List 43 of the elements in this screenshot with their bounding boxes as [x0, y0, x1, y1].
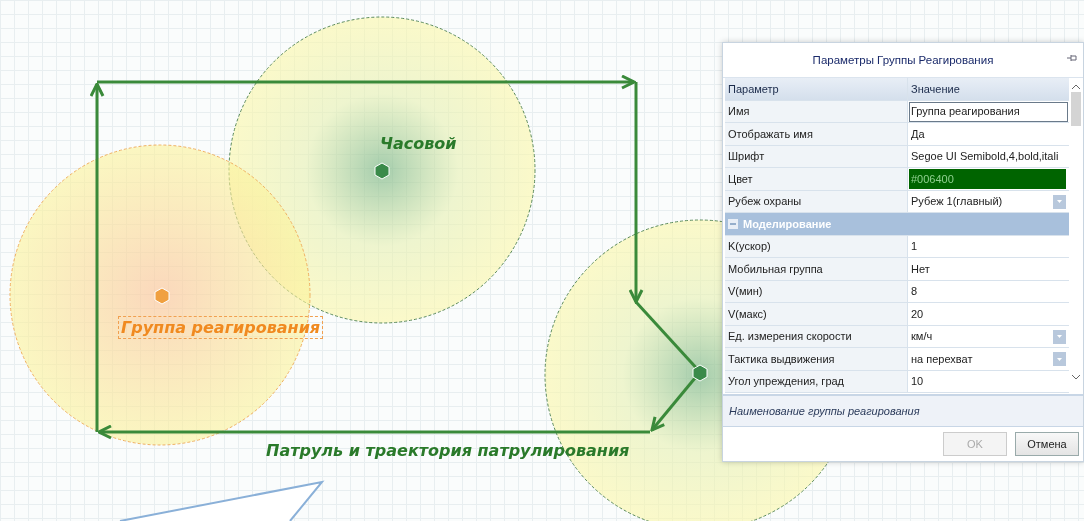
scroll-down-icon[interactable]	[1072, 375, 1080, 380]
guard-label[interactable]: Часовой	[380, 134, 457, 154]
patrol-label[interactable]: Патруль и траектория патрулирования	[266, 441, 630, 461]
property-value[interactable]: Нет	[911, 262, 930, 275]
property-name: Рубеж охраны	[728, 195, 802, 208]
column-header[interactable]: Значение	[911, 82, 960, 95]
pin-icon[interactable]	[1067, 54, 1077, 62]
color-swatch[interactable]: #006400	[909, 169, 1066, 189]
property-name: Ед. измерения скорости	[728, 330, 852, 343]
property-name: V(мин)	[728, 285, 763, 298]
property-dropdown[interactable]: на перехват	[911, 352, 973, 365]
property-name: Шрифт	[728, 150, 765, 163]
property-value[interactable]: 1	[911, 240, 918, 253]
property-name: Имя	[728, 105, 750, 118]
property-name: Цвет	[728, 172, 753, 185]
guard-marker-icon[interactable]	[374, 162, 390, 180]
scrollbar-thumb[interactable]	[1071, 92, 1081, 126]
patrol-marker-icon[interactable]	[692, 364, 708, 382]
property-name: Отображать имя	[728, 127, 813, 140]
unit-marker-icon[interactable]	[154, 287, 170, 305]
property-name: Угол упреждения, град	[728, 375, 845, 388]
property-name: Мобильная группа	[728, 262, 823, 275]
property-value[interactable]: 20	[911, 307, 924, 320]
dialog-title: Параметры Группы Реагирования	[812, 54, 994, 66]
property-value[interactable]: 10	[911, 375, 924, 388]
property-name: V(макс)	[728, 307, 767, 320]
dropdown-caret-icon[interactable]	[1053, 194, 1066, 209]
property-dropdown[interactable]: км/ч	[911, 330, 933, 343]
scroll-up-icon[interactable]	[1072, 84, 1080, 89]
property-value[interactable]: Segoe UI Semibold,4,bold,itali	[911, 150, 1059, 163]
category-label: Моделирование	[743, 217, 832, 230]
dialog-button[interactable]: Отмена	[1015, 432, 1079, 456]
collapse-toggle-icon[interactable]	[728, 218, 738, 229]
property-name: K(ускор)	[728, 240, 771, 253]
dropdown-caret-icon[interactable]	[1053, 352, 1066, 366]
dropdown-caret-icon[interactable]	[1053, 329, 1066, 344]
property-dropdown[interactable]: Рубеж 1(главный)	[911, 195, 1003, 208]
property-name: Тактика выдвижения	[728, 352, 835, 365]
column-header[interactable]: Параметр	[728, 82, 779, 95]
property-value[interactable]: 8	[911, 285, 918, 298]
property-value[interactable]: Да	[911, 127, 925, 140]
property-description: Наименование группы реагирования	[723, 394, 1083, 427]
property-value[interactable]: Группа реагирования	[911, 105, 1020, 118]
